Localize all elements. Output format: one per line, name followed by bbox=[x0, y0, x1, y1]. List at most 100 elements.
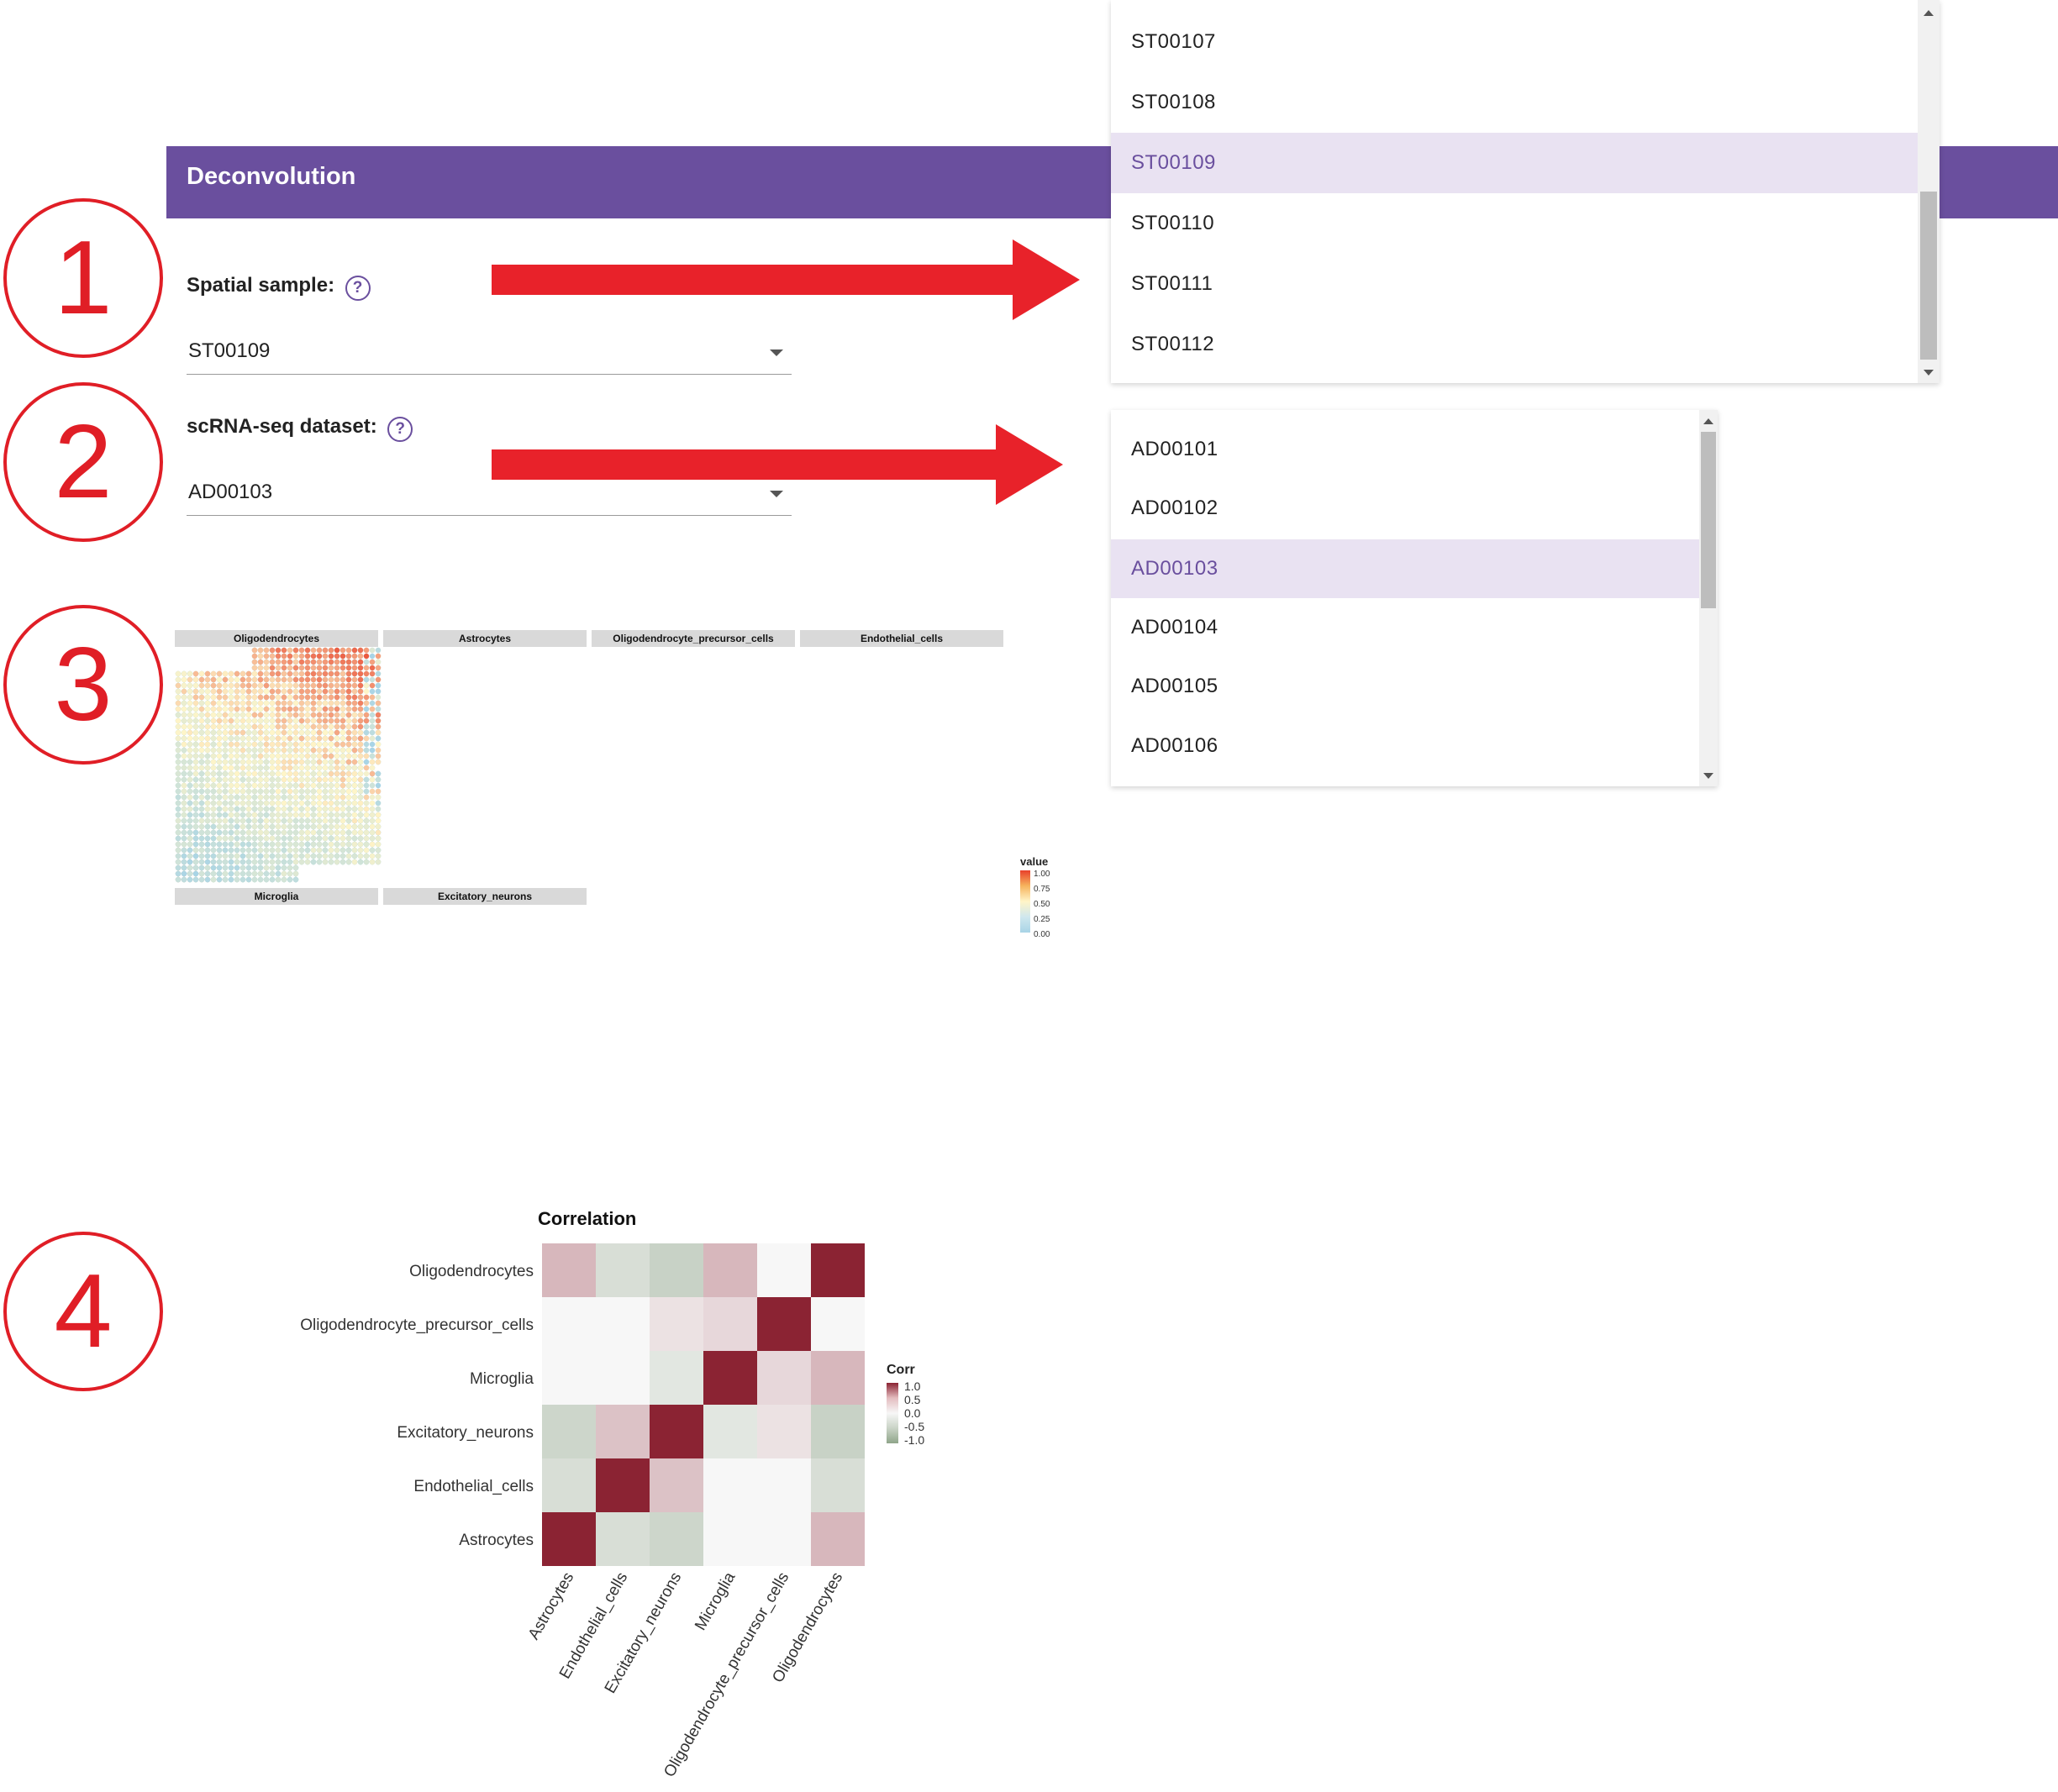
scrollbar[interactable] bbox=[1918, 0, 1940, 383]
spatial-sample-value: ST00109 bbox=[188, 339, 271, 362]
spatial-maps-plot bbox=[175, 647, 382, 883]
scrollbar[interactable] bbox=[1699, 410, 1718, 786]
legend-ticks: 1.00 0.75 0.50 0.25 0.00 bbox=[1034, 867, 1050, 943]
legend-tick: 1.00 bbox=[1034, 870, 1050, 879]
spatial-map-panel bbox=[175, 647, 382, 883]
panel-title: Astrocytes bbox=[383, 630, 587, 647]
dropdown-option[interactable]: ST00111 bbox=[1111, 254, 1918, 314]
heatmap-cell bbox=[542, 1458, 596, 1512]
spatial-map-panel bbox=[175, 647, 382, 883]
heatmap-cell bbox=[811, 1512, 865, 1566]
spatial-map-panel bbox=[175, 647, 382, 883]
legend-tick: 0.25 bbox=[1034, 915, 1050, 924]
heatmap-cell bbox=[703, 1243, 757, 1297]
heatmap-cell bbox=[650, 1458, 703, 1512]
scrollbar-thumb[interactable] bbox=[1701, 432, 1716, 608]
dropdown-option[interactable]: AD00106 bbox=[1111, 717, 1699, 775]
legend-title: value bbox=[1020, 855, 1049, 868]
heatmap-cell bbox=[811, 1405, 865, 1458]
heatmap-cell bbox=[811, 1351, 865, 1405]
spatial-sample-label: Spatial sample: bbox=[187, 274, 335, 297]
row-label: Oligodendrocytes bbox=[409, 1263, 534, 1280]
heatmap-cell bbox=[811, 1458, 865, 1512]
legend-tick: 0.00 bbox=[1034, 930, 1050, 939]
column-label: Microglia bbox=[692, 1569, 739, 1634]
heatmap-cell bbox=[757, 1297, 811, 1351]
scrna-dataset-value: AD00103 bbox=[188, 481, 273, 503]
heatmap-cell bbox=[596, 1458, 650, 1512]
row-label: Excitatory_neurons bbox=[397, 1424, 534, 1442]
heatmap-cell bbox=[542, 1512, 596, 1566]
legend-tick: 0.0 bbox=[904, 1406, 921, 1420]
spatial-sample-dropdown: ST00107 ST00108 ST00109 ST00110 ST00111 … bbox=[1111, 0, 1940, 383]
chart-title: Correlation bbox=[538, 1208, 637, 1229]
dropdown-option-selected[interactable]: ST00109 bbox=[1111, 133, 1918, 193]
step-1-marker: 1 bbox=[3, 198, 163, 358]
heatmap-cell bbox=[542, 1297, 596, 1351]
spatial-sample-label-row: Spatial sample: ? bbox=[187, 274, 371, 301]
section-title: Deconvolution bbox=[187, 163, 356, 190]
heatmap-cell bbox=[596, 1405, 650, 1458]
dropdown-option[interactable]: ST00108 bbox=[1111, 72, 1918, 133]
panel-title: Endothelial_cells bbox=[800, 630, 1003, 647]
spatial-sample-select[interactable]: ST00109 bbox=[187, 331, 792, 375]
heatmap-cell bbox=[650, 1512, 703, 1566]
panel-title: Oligodendrocyte_precursor_cells bbox=[592, 630, 795, 647]
scrna-dataset-dropdown: AD00101 AD00102 AD00103 AD00104 AD00105 … bbox=[1111, 410, 1718, 786]
help-icon[interactable]: ? bbox=[345, 275, 371, 301]
row-label: Microglia bbox=[470, 1370, 534, 1388]
heatmap-cell bbox=[542, 1243, 596, 1297]
legend-tick: -1.0 bbox=[904, 1433, 925, 1447]
heatmap-cell bbox=[703, 1405, 757, 1458]
help-icon[interactable]: ? bbox=[387, 416, 413, 442]
heatmap-cell bbox=[596, 1351, 650, 1405]
dropdown-option[interactable]: AD00102 bbox=[1111, 479, 1699, 538]
dropdown-option-selected[interactable]: AD00103 bbox=[1111, 539, 1699, 598]
heatmap-cell bbox=[811, 1243, 865, 1297]
legend-tick: 0.5 bbox=[904, 1393, 921, 1406]
step-3-marker: 3 bbox=[3, 605, 163, 765]
legend-colorbar bbox=[887, 1383, 898, 1443]
heatmap-cell bbox=[757, 1405, 811, 1458]
legend-tick: 0.75 bbox=[1034, 885, 1050, 894]
scroll-up-icon[interactable] bbox=[1924, 10, 1934, 16]
correlation-heatmap: Oligodendrocytes Oligodendrocyte_precurso… bbox=[300, 1243, 865, 1780]
dropdown-option[interactable]: AD00105 bbox=[1111, 657, 1699, 716]
heatmap-cell bbox=[757, 1458, 811, 1512]
heatmap-cell bbox=[596, 1512, 650, 1566]
legend-tick: 1.0 bbox=[904, 1379, 921, 1393]
row-label: Endothelial_cells bbox=[413, 1478, 534, 1495]
heatmap-cell bbox=[811, 1297, 865, 1351]
scroll-down-icon[interactable] bbox=[1703, 773, 1713, 779]
heatmap-cell bbox=[757, 1351, 811, 1405]
spatial-map-panel bbox=[175, 647, 382, 883]
step-2-marker: 2 bbox=[3, 382, 163, 542]
spatial-map-panel bbox=[175, 647, 382, 883]
legend-tick: 0.50 bbox=[1034, 900, 1050, 909]
heatmap-cell bbox=[650, 1405, 703, 1458]
spatial-map-panel bbox=[175, 647, 382, 883]
dropdown-option[interactable]: AD00101 bbox=[1111, 420, 1699, 479]
dropdown-option[interactable]: ST00110 bbox=[1111, 193, 1918, 254]
chevron-down-icon bbox=[770, 349, 783, 356]
scroll-up-icon[interactable] bbox=[1703, 418, 1713, 424]
dropdown-option[interactable]: ST00107 bbox=[1111, 12, 1918, 72]
legend-colorbar bbox=[1020, 870, 1030, 933]
arrow-right-icon bbox=[492, 239, 1080, 320]
scroll-down-icon[interactable] bbox=[1924, 370, 1934, 376]
heatmap-cell bbox=[703, 1297, 757, 1351]
dropdown-option[interactable]: ST00112 bbox=[1111, 314, 1918, 375]
spatial-maps-figure: Oligodendrocytes Astrocytes Oligodendroc… bbox=[175, 630, 1066, 1143]
arrow-right-icon bbox=[492, 424, 1063, 505]
scrollbar-thumb[interactable] bbox=[1920, 192, 1937, 360]
heatmap-cell bbox=[596, 1297, 650, 1351]
legend-tick: -0.5 bbox=[904, 1420, 925, 1433]
heatmap-cell bbox=[703, 1512, 757, 1566]
column-label: Astrocytes bbox=[525, 1569, 578, 1642]
scrna-dataset-label: scRNA-seq dataset: bbox=[187, 415, 377, 438]
heatmap-cell bbox=[596, 1243, 650, 1297]
dropdown-option[interactable]: AD00104 bbox=[1111, 598, 1699, 657]
heatmap-cell bbox=[650, 1243, 703, 1297]
heatmap-cell bbox=[650, 1297, 703, 1351]
heatmap-cell bbox=[757, 1512, 811, 1566]
